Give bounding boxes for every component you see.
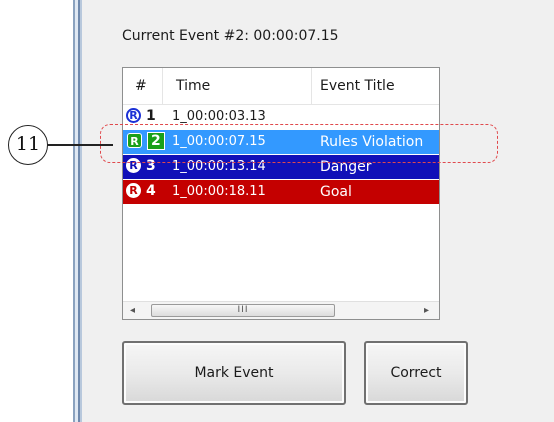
callout-leader-line bbox=[47, 144, 113, 146]
event-time: 1_00:00:07.15 bbox=[172, 134, 266, 149]
list-item[interactable]: R 1 1_00:00:03.13 bbox=[123, 105, 439, 129]
column-header-time[interactable]: Time bbox=[176, 78, 210, 94]
correct-button[interactable]: Correct bbox=[364, 341, 468, 405]
event-number: 4 bbox=[146, 183, 156, 199]
window-left-border bbox=[73, 0, 82, 422]
registered-icon: R bbox=[127, 133, 142, 148]
callout-number: 11 bbox=[8, 125, 48, 165]
event-time: 1_00:00:18.11 bbox=[172, 184, 266, 199]
event-number: 3 bbox=[146, 158, 156, 174]
event-number: 1 bbox=[146, 108, 156, 124]
column-separator[interactable] bbox=[311, 68, 312, 104]
column-header-event-title[interactable]: Event Title bbox=[320, 78, 395, 94]
list-header: # Time Event Title bbox=[123, 68, 439, 105]
registered-icon: R bbox=[126, 158, 141, 173]
list-item[interactable]: R 4 1_00:00:18.11 Goal bbox=[123, 180, 439, 204]
registered-icon: R bbox=[126, 108, 141, 123]
event-time: 1_00:00:13.14 bbox=[172, 159, 266, 174]
list-item[interactable]: R 3 1_00:00:13.14 Danger bbox=[123, 155, 439, 179]
list-item-selected[interactable]: R 2 1_00:00:07.15 Rules Violation bbox=[123, 130, 439, 154]
registered-icon: R bbox=[126, 183, 141, 198]
scrollbar-thumb[interactable]: III bbox=[151, 304, 335, 317]
event-number: 2 bbox=[147, 132, 165, 150]
current-event-label: Current Event #2: 00:00:07.15 bbox=[122, 28, 339, 44]
horizontal-scrollbar[interactable]: ◂ III ▸ bbox=[123, 301, 439, 319]
event-title: Danger bbox=[320, 159, 372, 175]
event-title: Rules Violation bbox=[320, 134, 424, 150]
column-separator[interactable] bbox=[162, 68, 163, 104]
event-list[interactable]: # Time Event Title R 1 1_00:00:03.13 R 2… bbox=[122, 67, 440, 320]
event-title: Goal bbox=[320, 184, 352, 200]
scroll-right-icon[interactable]: ▸ bbox=[424, 305, 429, 316]
event-time: 1_00:00:03.13 bbox=[172, 109, 266, 124]
scroll-left-icon[interactable]: ◂ bbox=[130, 305, 135, 316]
mark-event-button[interactable]: Mark Event bbox=[122, 341, 346, 405]
column-header-number[interactable]: # bbox=[135, 78, 147, 94]
